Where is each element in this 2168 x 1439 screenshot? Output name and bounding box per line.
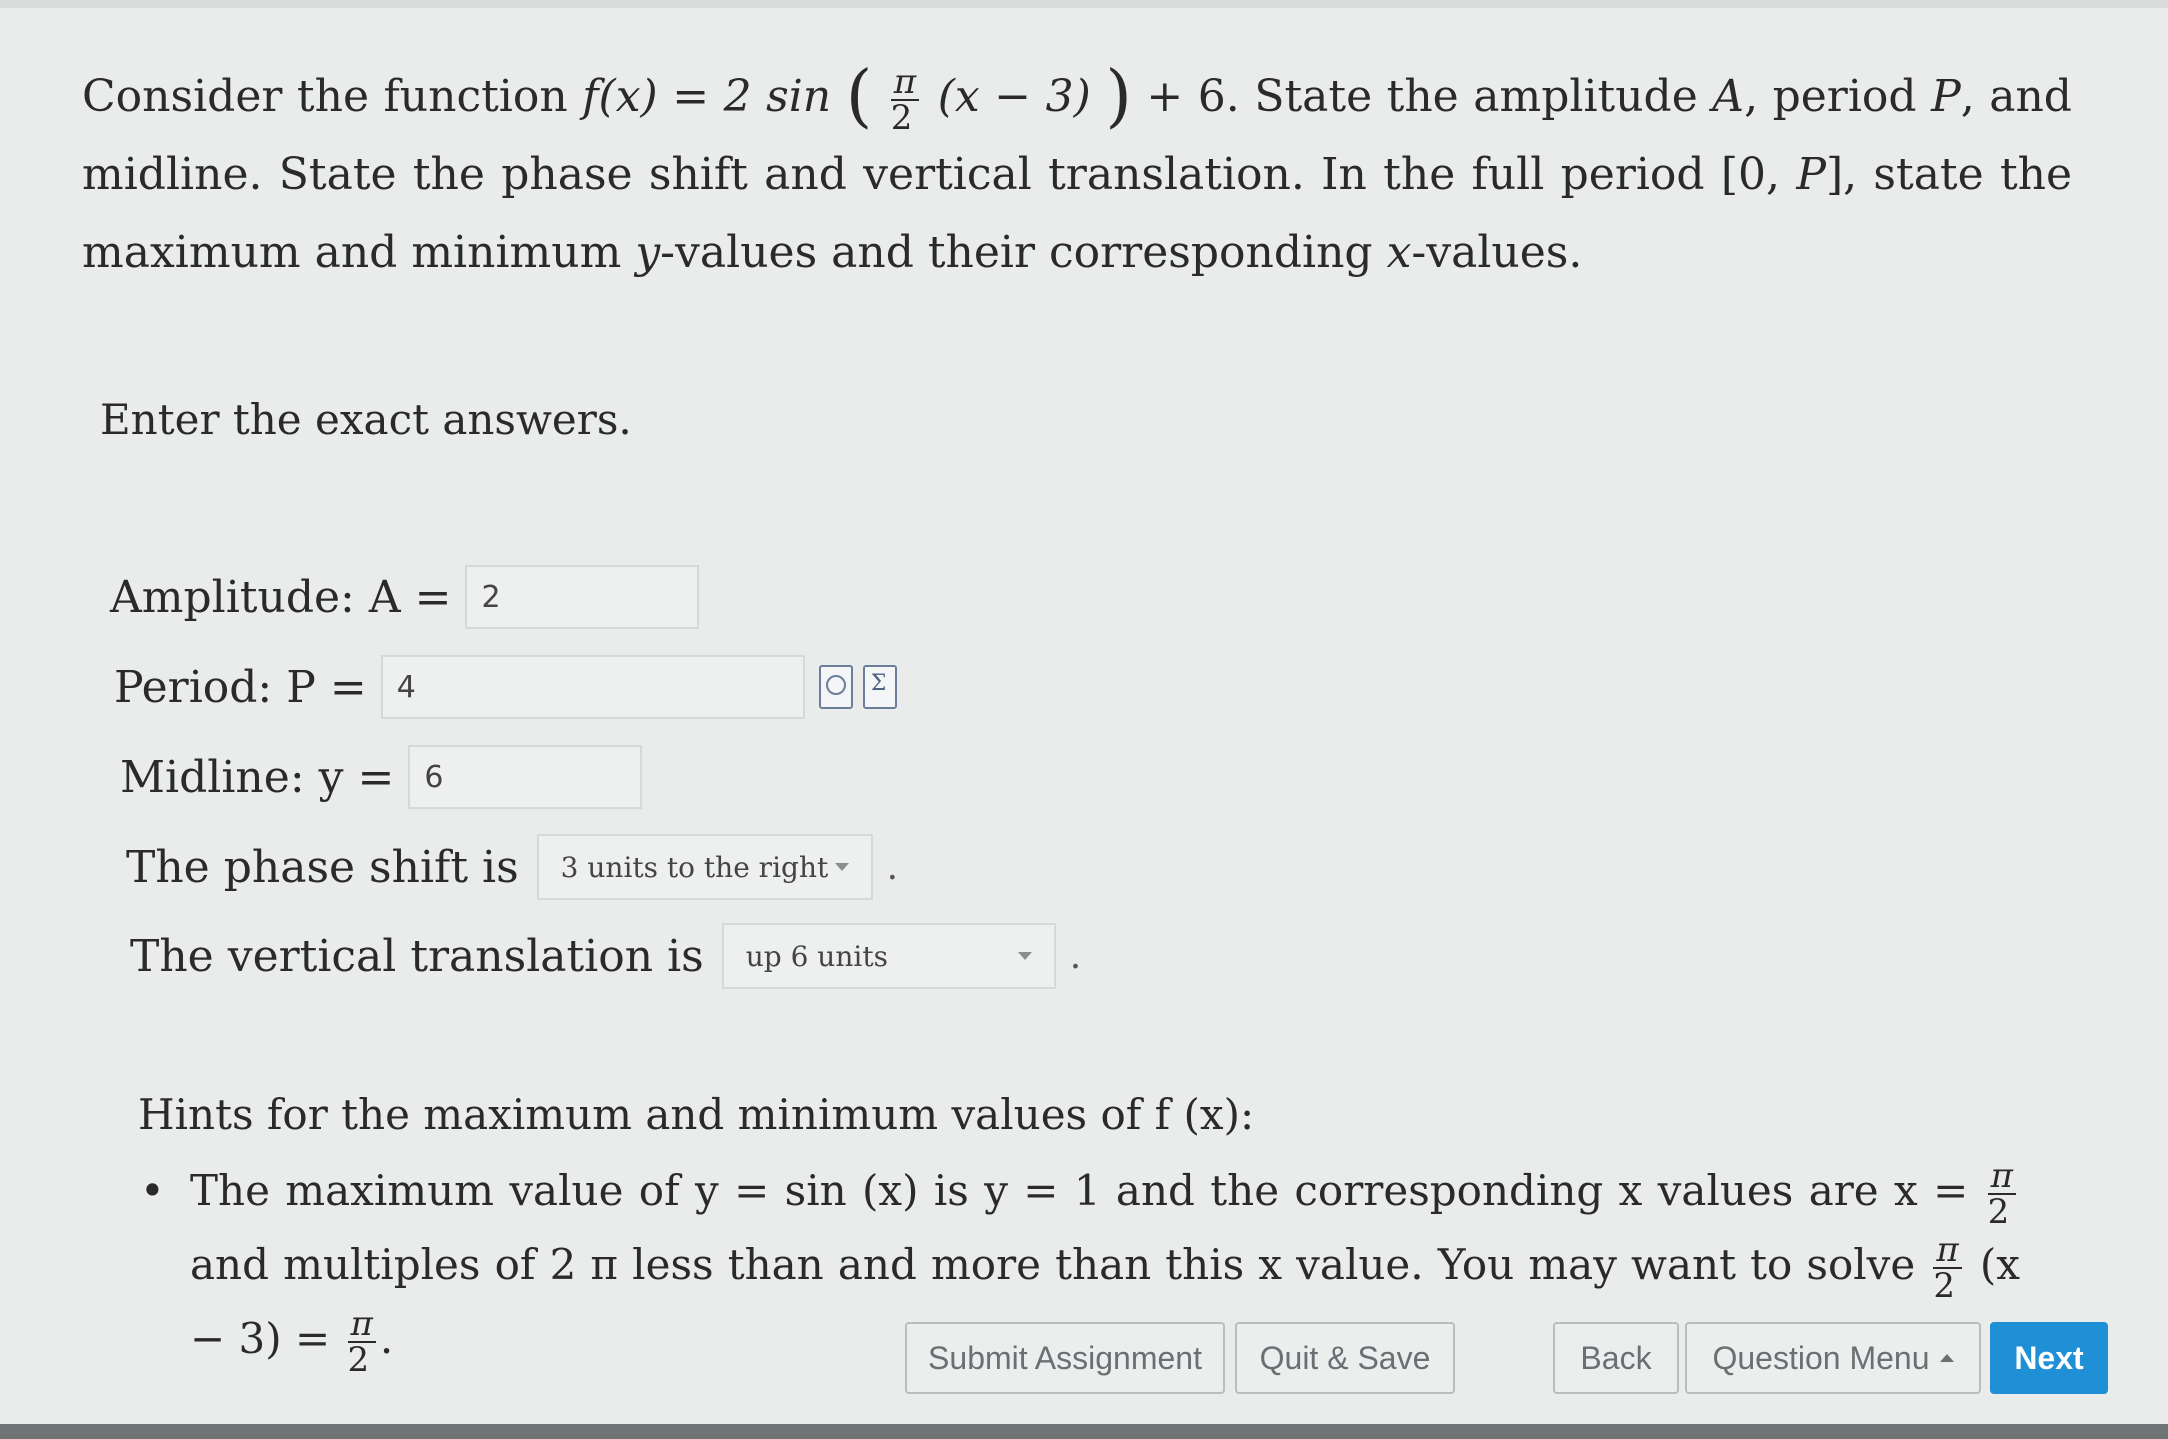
instructions: Enter the exact answers. bbox=[100, 395, 632, 444]
amplitude-row: Amplitude: A = 2 bbox=[110, 562, 700, 632]
phase-shift-select[interactable]: 3 units to the right bbox=[536, 834, 873, 900]
period-mark: . bbox=[1069, 935, 1082, 977]
next-button[interactable]: Next bbox=[1990, 1322, 2108, 1394]
fraction-denominator: 2 bbox=[1987, 1192, 2010, 1232]
period-label: Period: P = bbox=[114, 661, 367, 713]
fraction-numerator: π bbox=[890, 65, 920, 101]
hint-text: and multiples of 2 π less than and more … bbox=[190, 1240, 1930, 1289]
question-menu-label: Question Menu bbox=[1712, 1339, 1930, 1376]
midline-label: Midline: y = bbox=[120, 751, 395, 803]
vertical-translation-row: The vertical translation is up 6 units . bbox=[130, 921, 1081, 991]
question-text: Consider the function f(x) = 2 sin ( π 2… bbox=[82, 58, 2072, 292]
question-part: -values. bbox=[1411, 227, 1583, 278]
phase-shift-label: The phase shift is bbox=[126, 841, 519, 893]
hints-title: Hints for the maximum and minimum values… bbox=[138, 1090, 1255, 1139]
amplitude-label: Amplitude: A = bbox=[110, 571, 452, 623]
top-border bbox=[0, 0, 2168, 8]
fraction-numerator: π bbox=[1933, 1233, 1962, 1269]
question-part: -values and their corresponding bbox=[660, 227, 1387, 278]
preview-icon[interactable] bbox=[818, 665, 853, 709]
period-row: Period: P = 4 bbox=[114, 652, 897, 722]
question-intro: Consider the function bbox=[82, 71, 583, 122]
button-bar: Submit Assignment Quit & Save Back Quest… bbox=[0, 1322, 2168, 1402]
fraction-denominator: 2 bbox=[1933, 1266, 1956, 1306]
question-part: , period bbox=[1744, 71, 1932, 122]
phase-shift-row: The phase shift is 3 units to the right … bbox=[126, 832, 898, 902]
function-tail: + 6. bbox=[1146, 71, 1240, 122]
var-y: y bbox=[635, 227, 661, 278]
hint-fraction: π 2 bbox=[1987, 1159, 2016, 1232]
period-input[interactable]: 4 bbox=[380, 655, 805, 719]
fraction-denominator: 2 bbox=[890, 97, 913, 138]
pi-over-2-fraction: π 2 bbox=[890, 65, 920, 138]
chevron-down-icon bbox=[834, 863, 849, 871]
var-p: P bbox=[1796, 149, 1826, 200]
vertical-translation-select[interactable]: up 6 units bbox=[721, 923, 1056, 989]
formula-icon[interactable] bbox=[862, 665, 897, 709]
vertical-translation-label: The vertical translation is bbox=[130, 930, 704, 982]
back-button[interactable]: Back bbox=[1553, 1322, 1679, 1394]
function-expression: f(x) = 2 sin bbox=[582, 71, 832, 122]
hint-fraction: π 2 bbox=[1933, 1233, 1962, 1306]
phase-shift-value: 3 units to the right bbox=[560, 850, 829, 884]
amplitude-input[interactable]: 2 bbox=[465, 565, 700, 629]
question-menu-button[interactable]: Question Menu bbox=[1685, 1322, 1981, 1394]
var-x: x bbox=[1386, 227, 1412, 278]
submit-assignment-button[interactable]: Submit Assignment bbox=[905, 1322, 1225, 1394]
var-p: P bbox=[1931, 71, 1961, 122]
function-argument: (x − 3) bbox=[937, 71, 1091, 122]
fraction-numerator: π bbox=[1987, 1159, 2016, 1195]
quit-save-button[interactable]: Quit & Save bbox=[1235, 1322, 1455, 1394]
period-mark: . bbox=[886, 846, 899, 888]
hint-text: The maximum value of y = sin (x) is y = … bbox=[190, 1166, 1984, 1215]
question-part: State the amplitude bbox=[1254, 71, 1713, 122]
vertical-translation-value: up 6 units bbox=[745, 939, 888, 973]
var-a: A bbox=[1712, 71, 1745, 122]
midline-input[interactable]: 6 bbox=[408, 745, 643, 809]
midline-row: Midline: y = 6 bbox=[120, 742, 643, 812]
footer-bar bbox=[0, 1424, 2168, 1439]
caret-up-icon bbox=[1939, 1354, 1954, 1362]
chevron-down-icon bbox=[1017, 952, 1032, 960]
open-paren: ( bbox=[845, 57, 873, 136]
close-paren: ) bbox=[1105, 57, 1132, 136]
